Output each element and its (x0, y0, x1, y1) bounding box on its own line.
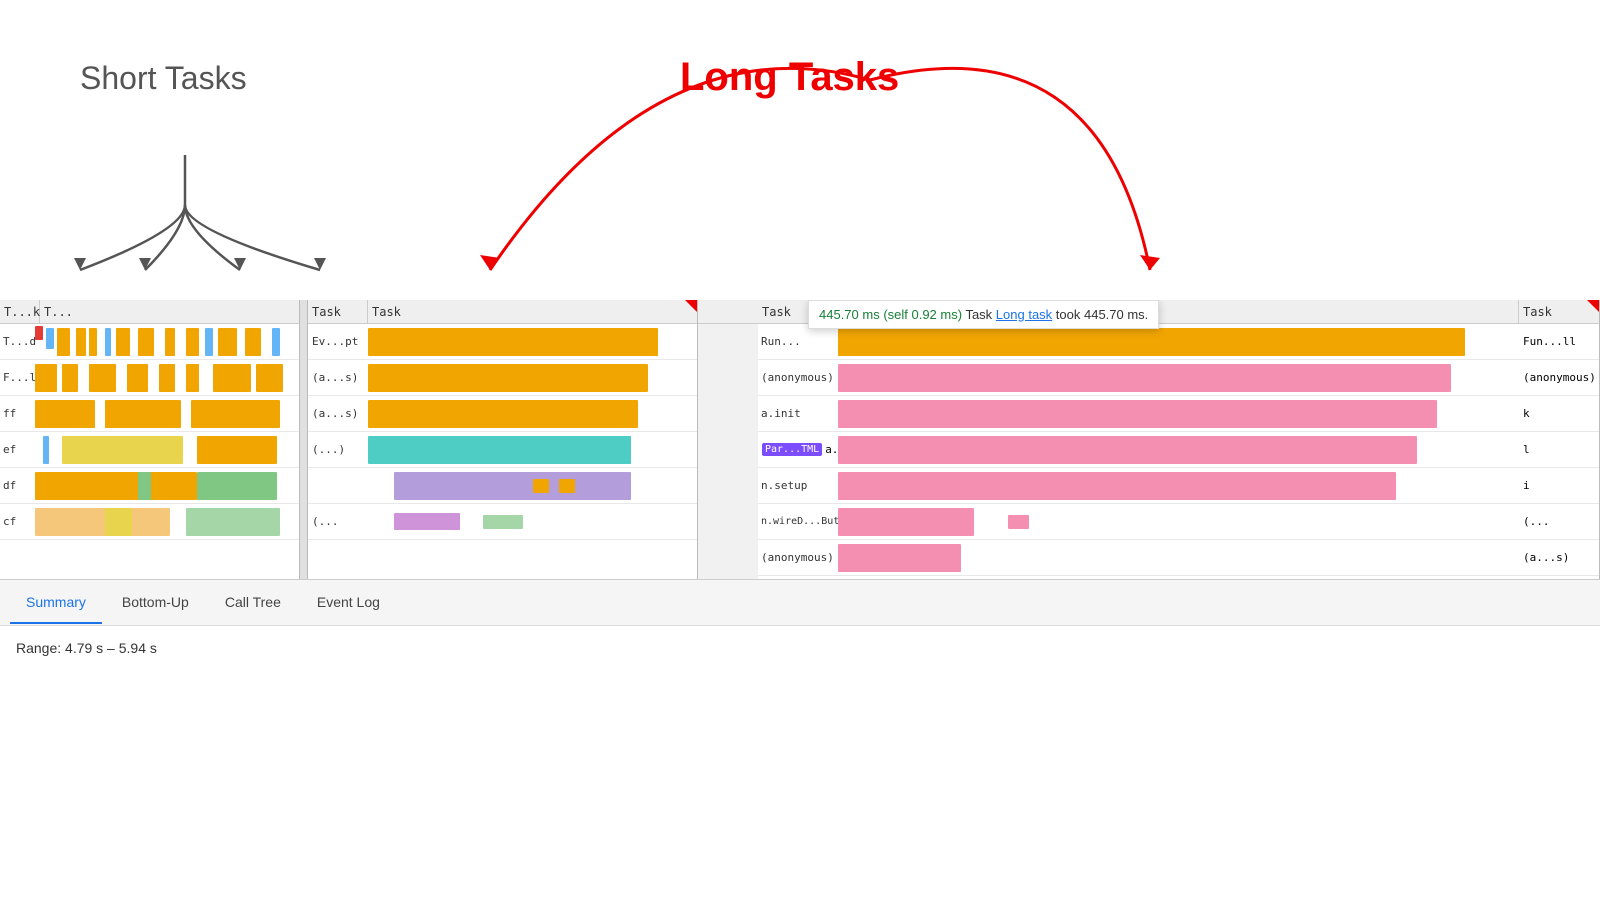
row-bars (30, 504, 299, 539)
row-bars (30, 396, 299, 431)
row-bars (30, 324, 299, 359)
row-label: cf (0, 515, 30, 528)
section-right: 445.70 ms (self 0.92 ms) Task Long task … (758, 300, 1600, 579)
table-row: (... (308, 504, 697, 540)
row-bars (838, 360, 1519, 395)
row-bars (368, 504, 697, 539)
red-triangle-right (1587, 300, 1599, 312)
row-label: n.wireD...Buttons (758, 516, 838, 527)
tab-event-log[interactable]: Event Log (301, 582, 396, 624)
row-label: Par...TML a.setup (758, 443, 838, 456)
col-header-tk: T...k (0, 300, 40, 324)
table-row (308, 468, 697, 504)
tooltip-ms: 445.70 ms (self 0.92 ms) (819, 307, 962, 322)
row-bars (838, 468, 1519, 503)
row-label: (anonymous) (758, 551, 838, 564)
table-row: (anonymous) (a...s) (758, 540, 1599, 576)
row-bars (30, 468, 299, 503)
row-bars (838, 324, 1519, 359)
table-row: T...d (0, 324, 299, 360)
row-label: (... (308, 515, 368, 528)
annotations-svg (0, 0, 1600, 300)
row-label: Run... (758, 335, 838, 348)
col-header-t: T... (40, 300, 299, 324)
row-label: a.init (758, 407, 838, 420)
section-mid: Task Task Ev...pt (a...s) (a.. (308, 300, 698, 579)
table-row: Ev...pt (308, 324, 697, 360)
col-header-task-mid2: Task (368, 300, 697, 324)
short-task-rows: T...d (0, 324, 299, 579)
row-bars (30, 360, 299, 395)
right-col-label: Fun...ll (1519, 335, 1599, 348)
table-row: cf (0, 504, 299, 540)
row-label: ef (0, 443, 30, 456)
table-row: ef (0, 432, 299, 468)
row-bars (838, 540, 1519, 575)
row-label: df (0, 479, 30, 492)
row-label: (...) (308, 443, 368, 456)
mid-rows: Ev...pt (a...s) (a...s) (308, 324, 697, 579)
tab-summary[interactable]: Summary (10, 582, 102, 624)
right-rows: Run... Fun...ll (anonymous) (anonymous) … (758, 324, 1599, 579)
table-row: (a...s) (308, 396, 697, 432)
range-label: Range: 4.79 s – 5.94 s (16, 640, 157, 656)
table-row: (a...s) (308, 360, 697, 396)
tabs-bar: Summary Bottom-Up Call Tree Event Log (0, 580, 1600, 626)
row-bars (838, 504, 1519, 539)
table-row: n.wireD...Buttons (... (758, 504, 1599, 540)
table-row: a.init k (758, 396, 1599, 432)
range-bar: Range: 4.79 s – 5.94 s (0, 626, 1600, 670)
table-row: F...l (0, 360, 299, 396)
row-bars (368, 360, 697, 395)
col-header-task-mid: Task (308, 300, 368, 324)
right-col-label: (anonymous) (1519, 371, 1599, 384)
tooltip-suffix: took 445.70 ms. (1056, 307, 1149, 322)
row-label: (a...s) (308, 371, 368, 384)
row-label: n.setup (758, 479, 838, 492)
row-label: ff (0, 407, 30, 420)
row-bars (838, 432, 1519, 467)
table-row: Par...TML a.setup l (758, 432, 1599, 468)
long-tasks-label: Long Tasks (680, 55, 899, 100)
row-bars (368, 468, 697, 503)
red-triangle-mid (685, 300, 697, 312)
row-bars (368, 396, 697, 431)
right-col-label: (... (1519, 515, 1599, 528)
tooltip-main: Task (965, 307, 995, 322)
row-bars (30, 432, 299, 467)
row-label: F...l (0, 371, 30, 384)
row-label: (anonymous) (758, 371, 838, 384)
timeline-area: T...k T... T...d (0, 300, 1600, 580)
row-bars (368, 432, 697, 467)
right-col-label: l (1519, 443, 1599, 456)
right-col-label: i (1519, 479, 1599, 492)
row-label: (a...s) (308, 407, 368, 420)
tooltip-box: 445.70 ms (self 0.92 ms) Task Long task … (808, 300, 1159, 329)
tab-call-tree[interactable]: Call Tree (209, 582, 297, 624)
table-row: n.setup i (758, 468, 1599, 504)
section-short: T...k T... T...d (0, 300, 300, 579)
row-bars (838, 396, 1519, 431)
tooltip-link[interactable]: Long task (996, 307, 1052, 322)
table-row: Run... Fun...ll (758, 324, 1599, 360)
parse-badge: Par...TML (762, 443, 822, 456)
row-label: Ev...pt (308, 335, 368, 348)
short-tasks-label: Short Tasks (80, 60, 247, 97)
row-bars (368, 324, 697, 359)
section-gap (698, 300, 758, 579)
right-col-label: (a...s) (1519, 551, 1599, 564)
right-col-label: k (1519, 407, 1599, 420)
row-label: T...d (0, 335, 30, 348)
table-row: df (0, 468, 299, 504)
table-row: ff (0, 396, 299, 432)
table-row: (anonymous) (anonymous) (758, 360, 1599, 396)
tab-bottom-up[interactable]: Bottom-Up (106, 582, 205, 624)
profiler-panel: T...k T... T...d (0, 300, 1600, 670)
table-row: (...) (308, 432, 697, 468)
